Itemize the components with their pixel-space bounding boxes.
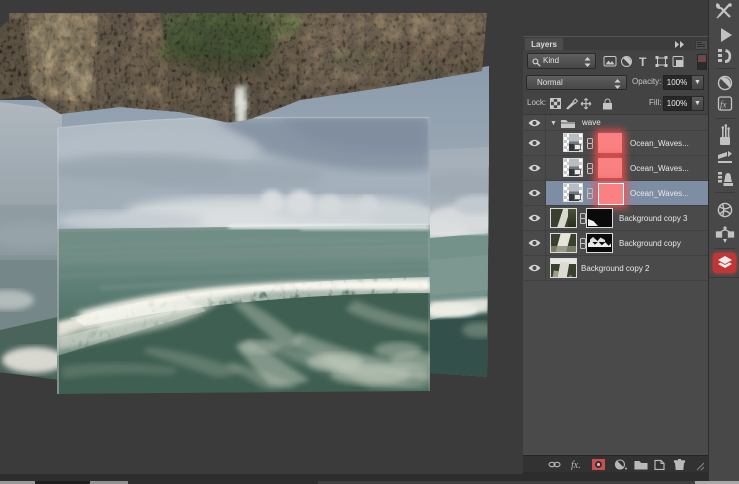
svg-text:T: T [639, 55, 647, 68]
svg-text:fx.: fx. [571, 460, 581, 470]
svg-text:fx: fx [720, 100, 727, 110]
